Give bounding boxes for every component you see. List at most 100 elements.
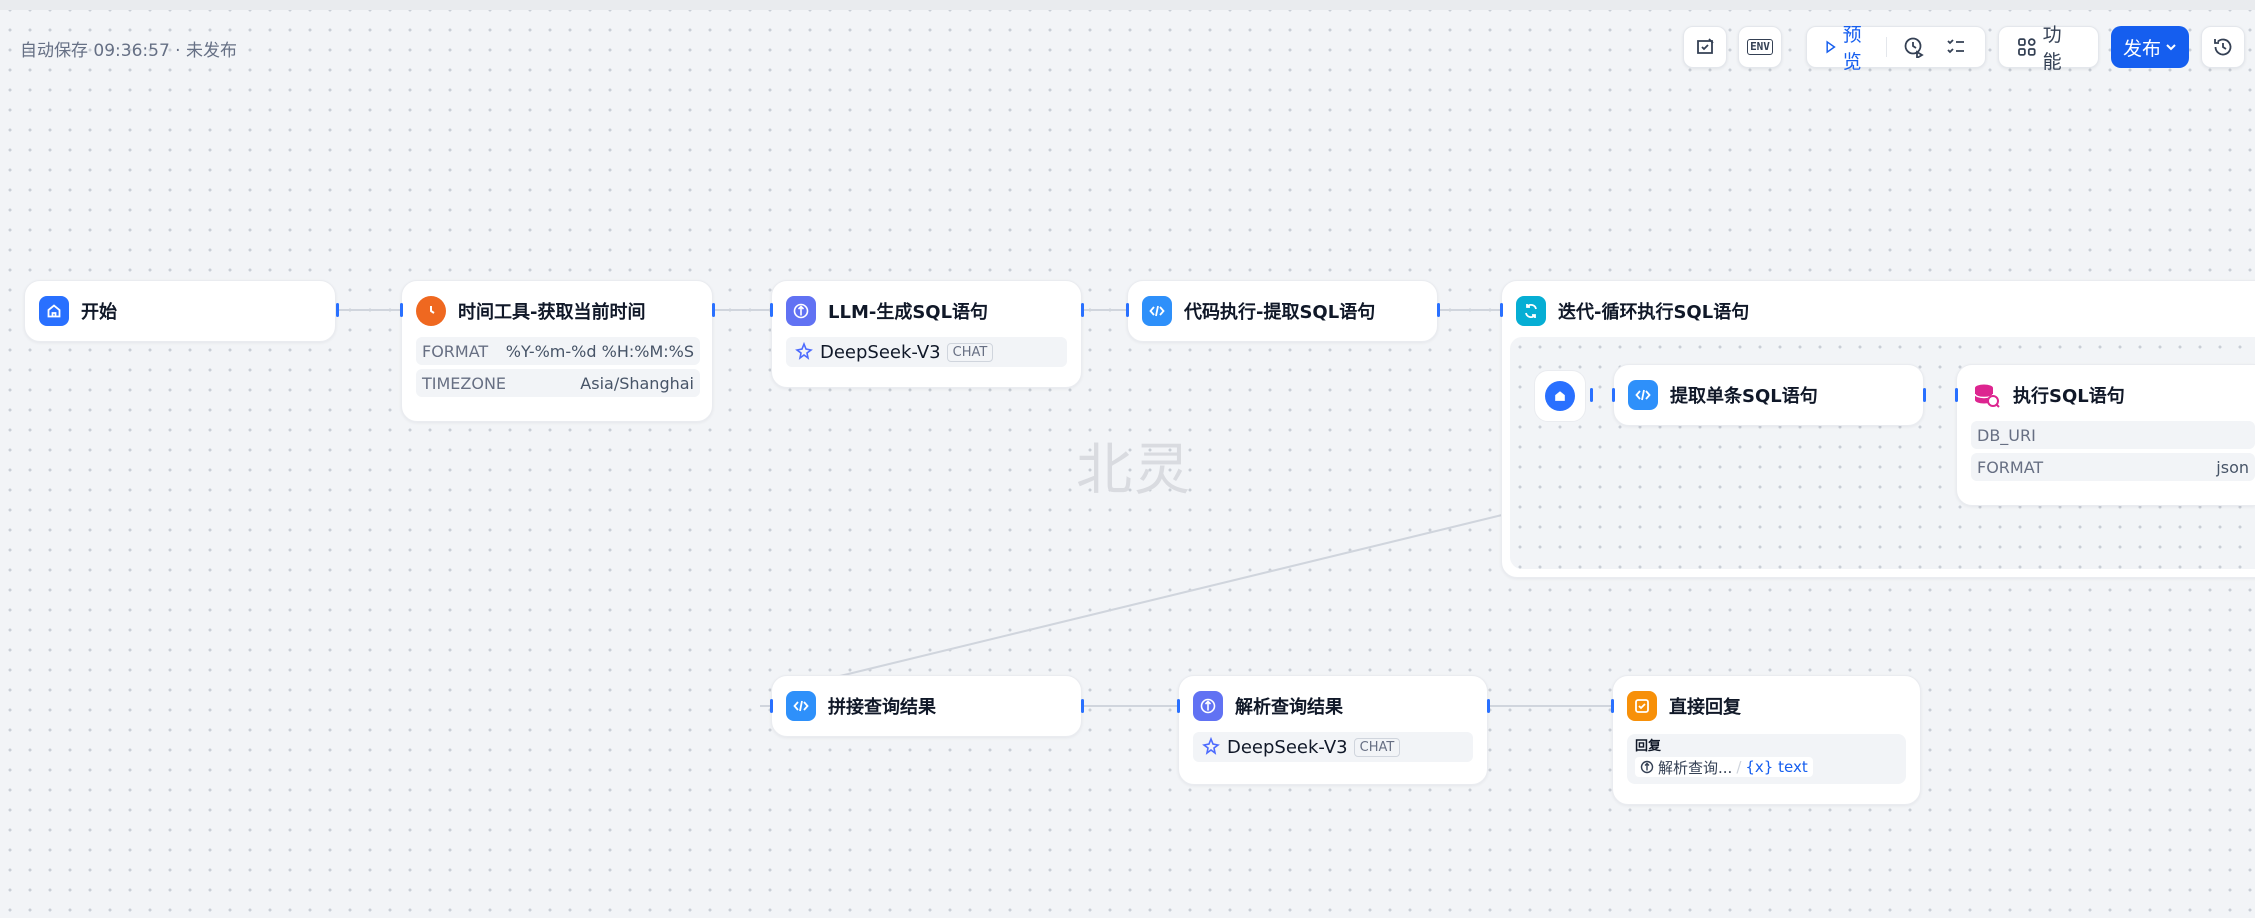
input-handle[interactable]: [400, 303, 403, 317]
input-handle[interactable]: [770, 699, 773, 713]
version-history-button[interactable]: [2201, 26, 2245, 68]
node-title: 迭代-循环执行SQL语句: [1558, 302, 1750, 323]
edge-iter-concat: [839, 514, 1503, 677]
input-handle[interactable]: [1500, 303, 1503, 317]
features-button[interactable]: 功能: [1998, 24, 2099, 73]
database-icon: [1971, 380, 2001, 410]
checklist-icon: [1697, 38, 1714, 54]
publish-button[interactable]: 发布: [2111, 26, 2189, 68]
param-row: FORMAT %Y-%m-%d %H:%M:%S: [416, 337, 700, 365]
input-handle[interactable]: [1177, 699, 1180, 713]
code-icon: [1142, 296, 1172, 326]
variable-pill[interactable]: 解析查询... / {x} text: [1635, 757, 1813, 777]
output-handle[interactable]: [1437, 303, 1440, 317]
clock-play-icon: [1904, 37, 1924, 58]
llm-icon: [786, 296, 816, 326]
features-seg: 功能: [2009, 24, 2088, 73]
input-handle[interactable]: [1126, 303, 1129, 317]
node-title: 执行SQL语句: [2013, 386, 2125, 407]
top-strip: [0, 0, 2255, 10]
node-title: 代码执行-提取SQL语句: [1184, 302, 1376, 323]
node-parse[interactable]: 解析查询结果 DeepSeek-V3 CHAT: [1178, 675, 1488, 785]
env-button[interactable]: ENV: [1738, 26, 1782, 68]
param-value: %Y-%m-%d %H:%M:%S: [505, 341, 694, 361]
param-key: DB_URI: [1977, 425, 2036, 445]
autosave-status: 自动保存 09:36:57 · 未发布: [20, 41, 237, 61]
node-title: 时间工具-获取当前时间: [458, 302, 646, 323]
output-handle[interactable]: [1923, 388, 1926, 402]
param-value: json: [2216, 457, 2249, 477]
variable-separator: /: [1736, 758, 1742, 776]
model-selector[interactable]: DeepSeek-V3 CHAT: [786, 337, 1067, 367]
output-handle[interactable]: [1590, 388, 1593, 402]
param-row: TIMEZONE Asia/Shanghai: [416, 369, 700, 397]
reply-variable: 解析查询... / {x} text: [1635, 756, 1898, 778]
home-icon: [39, 296, 69, 326]
publish-label: 发布: [2122, 37, 2161, 60]
node-extract-single[interactable]: 提取单条SQL语句: [1613, 364, 1924, 426]
reply-content[interactable]: 回复 解析查询... / {x} text: [1627, 734, 1906, 784]
model-name: DeepSeek-V3: [820, 341, 941, 363]
env-icon: ENV: [1747, 39, 1773, 55]
deepseek-icon: [795, 342, 813, 360]
input-handle[interactable]: [1955, 388, 1958, 402]
node-llm-sql[interactable]: LLM-生成SQL语句 DeepSeek-V3 CHAT: [771, 280, 1082, 388]
output-handle[interactable]: [1081, 303, 1084, 317]
model-mode-badge: CHAT: [946, 342, 994, 362]
reply-icon: [1627, 691, 1657, 721]
model-mode-badge: CHAT: [1353, 737, 1401, 757]
features-label: 功能: [2042, 24, 2062, 73]
history-icon: [2214, 38, 2232, 56]
llm-small-icon: [1640, 760, 1654, 774]
iteration-start-node[interactable]: [1534, 370, 1586, 422]
input-handle[interactable]: [1611, 699, 1614, 713]
chevron-down-icon: [2166, 44, 2176, 51]
model-selector[interactable]: DeepSeek-V3 CHAT: [1193, 732, 1473, 762]
code-icon: [1628, 380, 1658, 410]
node-code-extract[interactable]: 代码执行-提取SQL语句: [1127, 280, 1438, 342]
checklist-button[interactable]: [1683, 26, 1727, 68]
code-icon: [786, 691, 816, 721]
param-row: FORMAT json: [1971, 453, 2255, 481]
play-icon: [1826, 40, 1836, 54]
list-check-icon: [1947, 39, 1964, 54]
node-time-tool[interactable]: 时间工具-获取当前时间 FORMAT %Y-%m-%d %H:%M:%S TIM…: [401, 280, 713, 422]
node-title: 开始: [81, 302, 117, 323]
output-handle[interactable]: [712, 303, 715, 317]
preview-button[interactable]: 预览: [1817, 24, 1878, 73]
param-key: FORMAT: [422, 341, 489, 361]
node-title: 直接回复: [1669, 697, 1741, 718]
node-exec-sql[interactable]: 执行SQL语句 DB_URI FORMAT json: [1956, 364, 2255, 506]
node-title: 拼接查询结果: [828, 697, 936, 718]
llm-icon: [1193, 691, 1223, 721]
output-handle[interactable]: [1081, 699, 1084, 713]
run-history-button[interactable]: [1895, 31, 1933, 63]
input-handle[interactable]: [1612, 388, 1615, 402]
apps-icon: [2018, 38, 2036, 56]
output-handle[interactable]: [336, 303, 339, 317]
output-handle[interactable]: [1487, 699, 1490, 713]
input-handle[interactable]: [770, 303, 773, 317]
preview-label: 预览: [1842, 24, 1862, 73]
loop-icon: [1516, 296, 1546, 326]
node-title: 解析查询结果: [1235, 697, 1343, 718]
toolbar-divider: [1886, 37, 1887, 57]
param-key: TIMEZONE: [422, 373, 507, 393]
node-title: LLM-生成SQL语句: [828, 302, 989, 323]
node-title: 提取单条SQL语句: [1670, 386, 1818, 407]
variable-source: 解析查询...: [1658, 758, 1733, 777]
deepseek-icon: [1202, 737, 1220, 755]
param-row: DB_URI: [1971, 421, 2255, 449]
reply-label: 回复: [1635, 739, 1662, 754]
home-icon: [1545, 381, 1575, 411]
node-start[interactable]: 开始: [24, 280, 336, 342]
param-key: FORMAT: [1977, 457, 2044, 477]
param-value: Asia/Shanghai: [580, 373, 694, 393]
watermark: 北灵: [1076, 438, 1192, 503]
node-concat[interactable]: 拼接查询结果: [771, 675, 1082, 737]
variable-name: {x} text: [1745, 758, 1808, 776]
checklist-view-button[interactable]: [1937, 31, 1975, 63]
node-reply[interactable]: 直接回复 回复 解析查询... / {x} text: [1612, 675, 1921, 805]
model-name: DeepSeek-V3: [1227, 736, 1348, 758]
clock-icon: [416, 296, 446, 326]
